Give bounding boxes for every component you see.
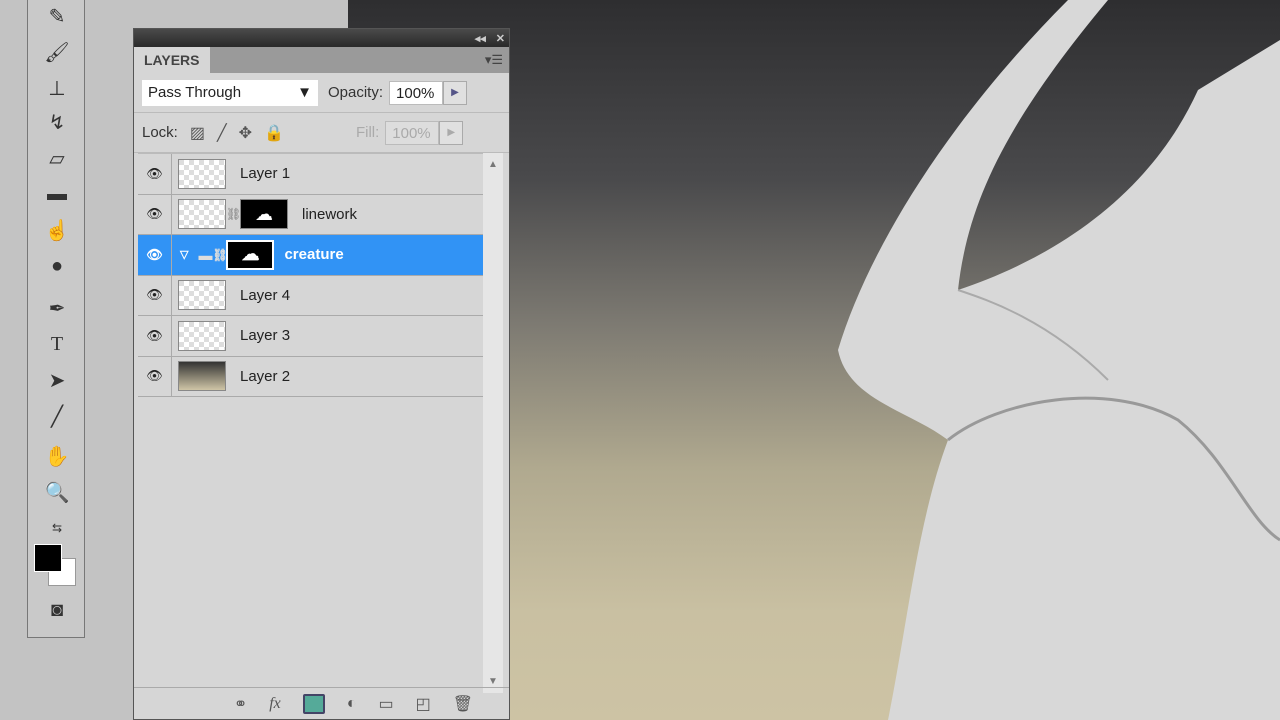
layer-row[interactable]: 👁 ⛓ ☁ linework: [138, 194, 484, 235]
line-tool-icon[interactable]: ╱: [42, 402, 72, 430]
type-tool-icon[interactable]: T: [42, 330, 72, 358]
healing-brush-tool-icon[interactable]: ✎: [42, 2, 72, 30]
layer-thumbnail: [178, 320, 226, 351]
opacity-label: Opacity:: [328, 84, 384, 101]
smudge-tool-icon[interactable]: ☝: [42, 216, 72, 244]
link-icon[interactable]: ⛓: [226, 207, 241, 221]
layers-scrollbar[interactable]: ▲ ▼: [483, 153, 503, 693]
new-group-icon[interactable]: ▭: [378, 694, 393, 714]
eraser-tool-icon[interactable]: ▱: [42, 144, 72, 172]
layer-thumbnail: [178, 280, 226, 311]
tab-layers[interactable]: LAYERS: [134, 47, 210, 73]
layer-row[interactable]: 👁 Layer 2: [138, 356, 484, 397]
eye-icon[interactable]: 👁: [138, 356, 172, 396]
fill-slider-button[interactable]: ▶: [439, 120, 464, 145]
blend-mode-select[interactable]: Pass Through ▼: [142, 79, 318, 106]
path-selection-tool-icon[interactable]: ➤: [42, 366, 72, 394]
pen-tool-icon[interactable]: ✒: [42, 294, 72, 322]
fill-input[interactable]: 100%: [385, 120, 440, 145]
new-layer-icon[interactable]: ◰: [416, 694, 431, 714]
lock-position-icon[interactable]: ✥: [239, 123, 252, 143]
link-layers-icon[interactable]: ⚭: [234, 694, 247, 714]
hand-tool-icon[interactable]: ✋: [42, 442, 72, 470]
lock-pixels-icon[interactable]: ╱: [217, 123, 227, 143]
adjustment-layer-icon[interactable]: ◐: [347, 695, 357, 713]
panel-menu-icon[interactable]: ▾☰: [485, 52, 503, 68]
chevron-down-icon: ▼: [297, 84, 312, 101]
foreground-color-swatch[interactable]: [34, 544, 62, 572]
layers-bottom-toolbar: ⚭ fx ◐ ▭ ◰ 🗑: [134, 687, 509, 719]
expand-triangle-icon[interactable]: ▽: [180, 248, 188, 261]
eye-icon[interactable]: 👁: [138, 316, 172, 356]
swap-colors-icon[interactable]: ⇆: [42, 514, 72, 542]
layers-list: 👁 Layer 1 👁 ⛓ ☁ linework 👁 ▽ ▬ ⛓ ☁ creature 👁 Laye…: [138, 153, 484, 693]
tools-panel: ✎ 🖌 ⊥ ↯ ▱ ▬ ☝ ● ✒ T ➤ ╱ ✋ 🔍 ⇆ ◙: [27, 0, 85, 638]
layer-name: Layer 1: [240, 165, 291, 183]
lock-transparency-icon[interactable]: ▨: [190, 123, 205, 143]
layer-mask-thumbnail[interactable]: ☁: [226, 239, 275, 270]
layer-row[interactable]: 👁 Layer 3: [138, 316, 484, 357]
fx-icon[interactable]: fx: [269, 695, 281, 713]
stamp-tool-icon[interactable]: ⊥: [42, 74, 72, 102]
folder-icon: ▬: [198, 246, 213, 263]
layer-name: Layer 4: [240, 286, 291, 304]
layer-name: Layer 3: [240, 327, 291, 345]
lock-label: Lock:: [142, 124, 178, 141]
opacity-input[interactable]: 100%: [389, 80, 444, 105]
zoom-tool-icon[interactable]: 🔍: [42, 478, 72, 506]
layer-name: linework: [302, 205, 358, 223]
link-icon[interactable]: ⛓: [212, 248, 227, 262]
panel-titlebar: ◂◂ ✕: [134, 29, 509, 47]
layer-mask-thumbnail[interactable]: ☁: [240, 199, 288, 230]
brush-tool-icon[interactable]: 🖌: [42, 38, 72, 66]
layer-thumbnail: [178, 361, 226, 392]
layer-thumbnail: [178, 158, 226, 189]
collapse-icon[interactable]: ◂◂: [475, 32, 486, 45]
history-brush-tool-icon[interactable]: ↯: [42, 108, 72, 136]
dodge-tool-icon[interactable]: ●: [42, 252, 72, 280]
add-mask-icon[interactable]: [302, 693, 325, 714]
eye-icon[interactable]: 👁: [138, 275, 172, 315]
gradient-tool-icon[interactable]: ▬: [42, 180, 72, 208]
layer-name: Layer 2: [240, 367, 291, 385]
layer-thumbnail: [178, 199, 226, 230]
close-icon[interactable]: ✕: [496, 32, 505, 45]
blend-mode-value: Pass Through: [148, 84, 242, 101]
eye-icon[interactable]: 👁: [138, 235, 172, 275]
layer-row[interactable]: 👁 Layer 4: [138, 275, 484, 316]
opacity-slider-button[interactable]: ▶: [443, 80, 468, 105]
lock-all-icon[interactable]: 🔒: [264, 123, 284, 143]
layer-name: creature: [284, 246, 344, 264]
layer-row[interactable]: 👁 Layer 1: [138, 154, 484, 195]
eye-icon[interactable]: 👁: [138, 194, 172, 234]
layer-row-selected[interactable]: 👁 ▽ ▬ ⛓ ☁ creature: [138, 235, 484, 276]
fill-label: Fill:: [355, 124, 380, 141]
eye-icon[interactable]: 👁: [138, 154, 172, 194]
trash-icon[interactable]: 🗑: [453, 694, 473, 714]
layers-panel: ◂◂ ✕ LAYERS ▾☰ Pass Through ▼ Opacity: 100%…: [133, 28, 510, 720]
quick-mask-icon[interactable]: ◙: [42, 596, 72, 624]
